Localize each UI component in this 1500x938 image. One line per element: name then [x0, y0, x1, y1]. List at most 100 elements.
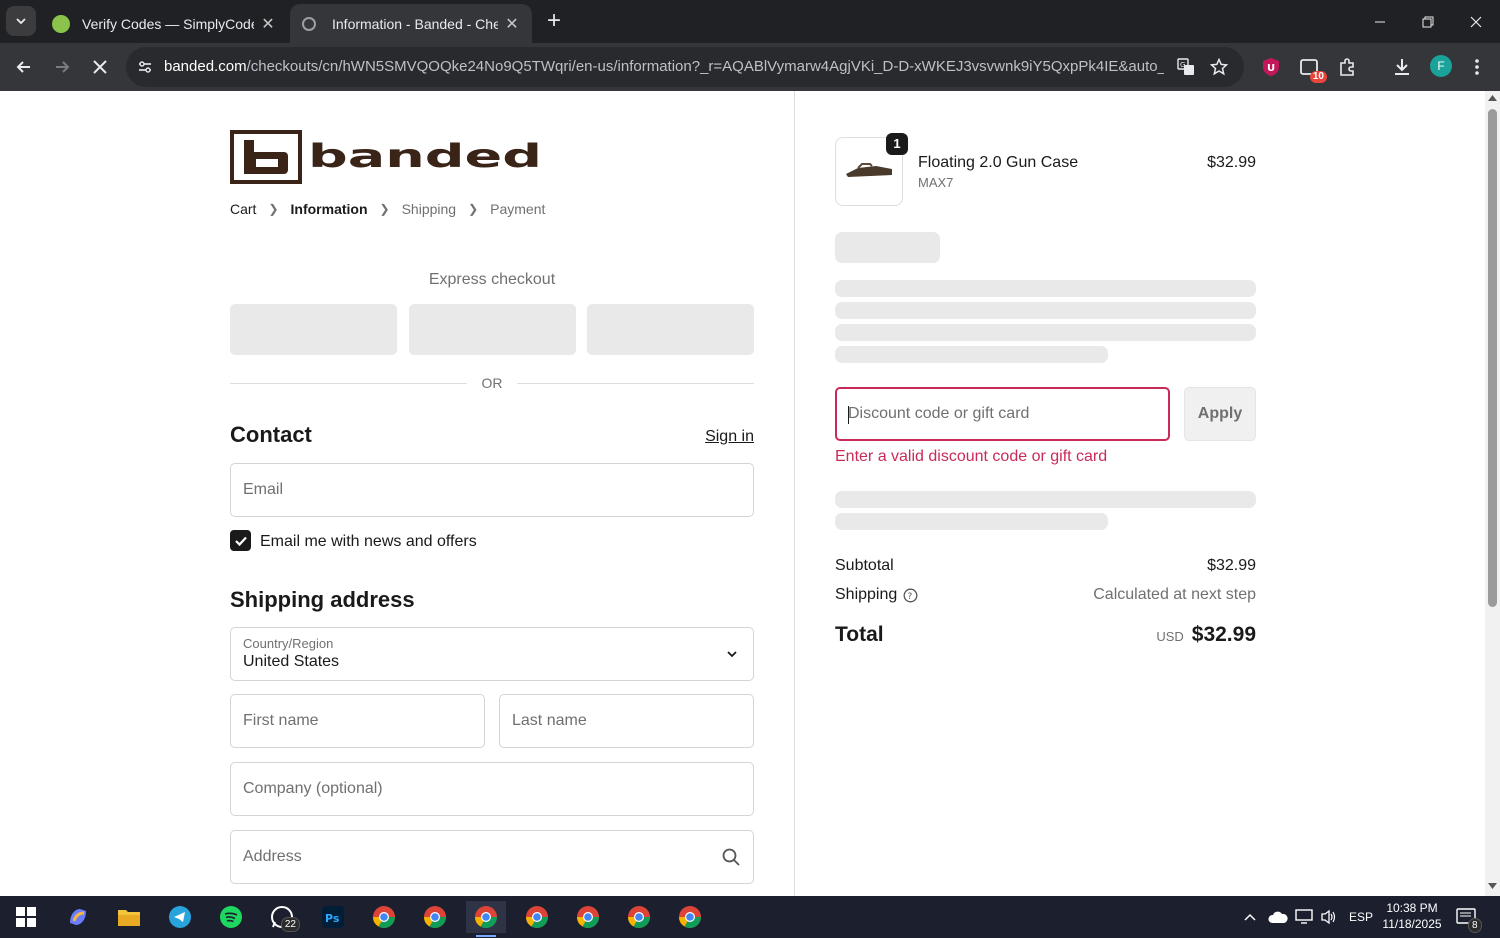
- copilot-app-icon[interactable]: [58, 901, 98, 933]
- last-name-field[interactable]: [499, 694, 754, 748]
- url-text[interactable]: banded.com/checkouts/cn/hWN5SMVQOQke24No…: [164, 58, 1164, 75]
- help-circle-icon[interactable]: ?: [903, 588, 918, 603]
- close-tab-icon[interactable]: ✕: [260, 14, 276, 34]
- country-select[interactable]: Country/Region United States: [230, 627, 754, 681]
- company-field[interactable]: [230, 762, 754, 816]
- chrome-profile-icon[interactable]: [415, 901, 455, 933]
- browser-tab-strip: Verify Codes — SimplyCodes ✕ Information…: [0, 0, 1500, 43]
- shield-extension-icon[interactable]: U: [1259, 55, 1283, 79]
- divider-line: [517, 383, 754, 384]
- stop-loading-button[interactable]: [86, 53, 114, 81]
- apply-discount-button[interactable]: Apply: [1184, 387, 1256, 441]
- notifications-button[interactable]: 8: [1456, 896, 1482, 938]
- newsletter-checkbox[interactable]: [230, 530, 251, 551]
- url-host: banded.com: [164, 58, 247, 75]
- restore-button[interactable]: [1404, 0, 1452, 43]
- kebab-menu-icon[interactable]: [1465, 55, 1489, 79]
- first-name-field[interactable]: [230, 694, 485, 748]
- loading-skeleton: [835, 280, 1256, 297]
- chrome-profile-active-icon[interactable]: [466, 901, 506, 937]
- svg-text:U: U: [1267, 63, 1275, 74]
- page-scrollbar[interactable]: [1485, 91, 1500, 896]
- file-explorer-icon[interactable]: [109, 901, 149, 933]
- whatsapp-badge: 22: [280, 917, 300, 932]
- total-value-group: USD $32.99: [1156, 623, 1256, 647]
- close-icon: [1470, 16, 1482, 27]
- address-bar[interactable]: banded.com/checkouts/cn/hWN5SMVQOQke24No…: [126, 47, 1244, 87]
- new-tab-button[interactable]: +: [540, 8, 568, 36]
- breadcrumb-information: Information: [290, 201, 368, 217]
- banded-logo[interactable]: banded: [230, 130, 546, 184]
- discount-input[interactable]: [837, 389, 1168, 439]
- loading-skeleton: [835, 491, 1256, 508]
- minimize-button[interactable]: [1356, 0, 1404, 43]
- back-button[interactable]: [10, 53, 38, 81]
- sign-in-link[interactable]: Sign in: [690, 428, 754, 446]
- windows-taskbar: 22 Ps ESP 10:38 PM 11/18/2025 8: [0, 896, 1500, 938]
- breadcrumb-cart[interactable]: Cart: [230, 201, 256, 217]
- chevron-right-icon: ❯: [379, 202, 390, 216]
- or-divider: OR: [230, 374, 754, 394]
- chrome-profile-icon[interactable]: [619, 901, 659, 933]
- forward-button[interactable]: [48, 53, 76, 81]
- subtotal-label: Subtotal: [835, 557, 894, 574]
- subtotal-value: $32.99: [1207, 557, 1256, 574]
- scroll-down-arrow-icon[interactable]: [1488, 883, 1497, 891]
- translate-icon[interactable]: G: [1176, 57, 1196, 77]
- show-hidden-icons-button[interactable]: [1243, 896, 1257, 938]
- site-info-icon[interactable]: [135, 57, 155, 77]
- onedrive-icon[interactable]: [1268, 896, 1288, 938]
- shipping-value: Calculated at next step: [1093, 586, 1256, 603]
- chrome-profile-icon[interactable]: [517, 901, 557, 933]
- windows-logo-icon: [16, 907, 36, 927]
- tab-search-button[interactable]: [6, 6, 36, 36]
- svg-text:Ps: Ps: [325, 912, 340, 925]
- chrome-profile-icon[interactable]: [670, 901, 710, 933]
- close-window-button[interactable]: [1452, 0, 1500, 43]
- scrollbar-thumb[interactable]: [1488, 109, 1497, 607]
- email-input[interactable]: [231, 464, 753, 516]
- bookmark-star-icon[interactable]: [1209, 57, 1229, 77]
- download-icon[interactable]: [1390, 55, 1414, 79]
- clock-time: 10:38 PM: [1386, 901, 1438, 915]
- photoshop-icon[interactable]: Ps: [313, 901, 353, 933]
- express-checkout-button-3[interactable]: [587, 304, 754, 355]
- first-name-input[interactable]: [231, 695, 484, 747]
- quantity-badge: 1: [886, 133, 908, 155]
- tab-simplycodes[interactable]: Verify Codes — SimplyCodes ✕: [40, 4, 288, 43]
- total-amount: $32.99: [1191, 623, 1256, 646]
- newsletter-label[interactable]: Email me with news and offers: [260, 533, 477, 551]
- browser-toolbar: banded.com/checkouts/cn/hWN5SMVQOQke24No…: [0, 43, 1500, 91]
- scroll-up-arrow-icon[interactable]: [1488, 95, 1497, 103]
- tab-banded-checkout[interactable]: Information - Banded - Checko ✕: [290, 4, 532, 43]
- loading-favicon-icon: [302, 16, 316, 31]
- chevron-right-icon: ❯: [468, 202, 479, 216]
- express-checkout-label: Express checkout: [428, 271, 556, 288]
- close-tab-icon[interactable]: ✕: [504, 14, 520, 34]
- whatsapp-icon[interactable]: 22: [262, 901, 302, 933]
- minimize-icon: [1375, 21, 1385, 22]
- telegram-icon[interactable]: [160, 901, 200, 933]
- address-field[interactable]: [230, 830, 754, 884]
- system-clock[interactable]: 10:38 PM 11/18/2025: [1376, 900, 1448, 932]
- express-checkout-button-1[interactable]: [230, 304, 397, 355]
- address-input[interactable]: [231, 831, 753, 883]
- input-language[interactable]: ESP: [1349, 896, 1373, 938]
- coupon-extension-icon[interactable]: 10: [1297, 55, 1327, 83]
- company-input[interactable]: [231, 763, 753, 815]
- volume-icon[interactable]: [1320, 896, 1338, 938]
- express-checkout-button-2[interactable]: [409, 304, 576, 355]
- extensions-puzzle-icon[interactable]: [1335, 55, 1359, 79]
- simplycodes-favicon-icon: [52, 14, 70, 33]
- chrome-profile-icon[interactable]: [568, 901, 608, 933]
- profile-avatar[interactable]: F: [1430, 55, 1452, 77]
- start-button[interactable]: [6, 901, 46, 933]
- last-name-input[interactable]: [500, 695, 753, 747]
- discount-field[interactable]: [835, 387, 1170, 441]
- email-field[interactable]: [230, 463, 754, 517]
- total-label: Total: [835, 623, 884, 646]
- loading-skeleton: [835, 513, 1108, 530]
- network-icon[interactable]: [1295, 896, 1313, 938]
- chrome-profile-icon[interactable]: [364, 901, 404, 933]
- spotify-icon[interactable]: [211, 901, 251, 933]
